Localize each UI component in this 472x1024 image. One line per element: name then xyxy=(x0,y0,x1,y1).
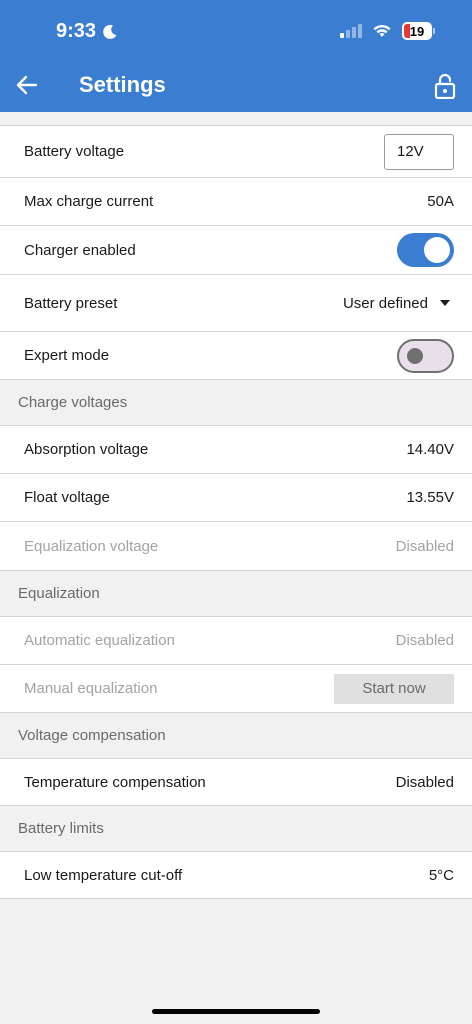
automatic-equalization-row: Automatic equalization Disabled xyxy=(0,617,472,665)
battery-voltage-label: Battery voltage xyxy=(24,143,125,160)
unlock-icon[interactable] xyxy=(434,73,456,99)
max-charge-current-row[interactable]: Max charge current 50A xyxy=(0,178,472,226)
battery-preset-dropdown[interactable]: User defined xyxy=(343,295,454,312)
manual-equalization-row: Manual equalization Start now xyxy=(0,665,472,713)
battery-voltage-field[interactable]: 12V xyxy=(384,133,454,170)
float-voltage-row[interactable]: Float voltage 13.55V xyxy=(0,474,472,522)
app-header: 9:33 19 Settings xyxy=(0,0,472,112)
float-voltage-value: 13.55V xyxy=(406,489,454,506)
expert-mode-row: Expert mode xyxy=(0,332,472,380)
settings-list: Battery voltage 12V Max charge current 5… xyxy=(0,112,472,899)
automatic-equalization-label: Automatic equalization xyxy=(24,632,175,649)
charger-enabled-label: Charger enabled xyxy=(24,241,136,259)
charge-voltages-title: Charge voltages xyxy=(18,394,128,411)
charger-enabled-toggle[interactable] xyxy=(397,233,454,267)
page-title: Settings xyxy=(79,72,166,97)
automatic-equalization-value: Disabled xyxy=(395,632,454,649)
equalization-header: Equalization xyxy=(0,571,472,617)
expert-mode-label: Expert mode xyxy=(24,347,110,364)
battery-limits-title: Battery limits xyxy=(18,820,104,837)
temperature-compensation-row[interactable]: Temperature compensation Disabled xyxy=(0,759,472,806)
charger-enabled-row: Charger enabled xyxy=(0,226,472,275)
battery-preset-value: User defined xyxy=(342,294,428,312)
temperature-compensation-value: Disabled xyxy=(395,773,454,791)
moon-icon xyxy=(103,24,117,39)
absorption-voltage-value: 14.40V xyxy=(406,441,454,458)
manual-equalization-label: Manual equalization xyxy=(24,680,158,697)
absorption-voltage-label: Absorption voltage xyxy=(24,441,149,458)
battery-preset-row[interactable]: Battery preset User defined xyxy=(0,275,472,332)
home-indicator[interactable] xyxy=(152,1009,320,1014)
chevron-down-icon xyxy=(440,300,450,306)
temperature-compensation-label: Temperature compensation xyxy=(24,773,206,791)
status-bar-icons: 19 xyxy=(340,22,435,40)
equalization-title: Equalization xyxy=(18,585,100,602)
float-voltage-label: Float voltage xyxy=(24,489,110,506)
voltage-compensation-title: Voltage compensation xyxy=(18,727,166,744)
absorption-voltage-row[interactable]: Absorption voltage 14.40V xyxy=(0,426,472,474)
battery-voltage-row[interactable]: Battery voltage 12V xyxy=(0,126,472,178)
battery-voltage-value: 12V xyxy=(397,143,424,160)
cellular-signal-icon xyxy=(340,24,362,38)
low-temp-cutoff-value: 5°C xyxy=(428,866,454,884)
expert-mode-toggle[interactable] xyxy=(397,338,454,373)
max-charge-current-label: Max charge current xyxy=(24,193,154,210)
equalization-voltage-label: Equalization voltage xyxy=(24,537,159,555)
charge-voltages-header: Charge voltages xyxy=(0,380,472,426)
voltage-compensation-header: Voltage compensation xyxy=(0,713,472,759)
max-charge-current-value: 50A xyxy=(427,193,454,210)
back-arrow-icon[interactable] xyxy=(14,72,40,98)
battery-limits-header: Battery limits xyxy=(0,806,472,852)
list-top-spacer xyxy=(0,112,472,126)
status-time-text: 9:33 xyxy=(56,20,97,42)
low-temp-cutoff-label: Low temperature cut-off xyxy=(24,866,183,884)
battery-preset-label: Battery preset xyxy=(24,294,118,312)
battery-level: 19 xyxy=(409,23,425,39)
low-temp-cutoff-row[interactable]: Low temperature cut-off 5°C xyxy=(0,852,472,899)
battery-icon: 19 xyxy=(402,22,435,40)
equalization-voltage-value: Disabled xyxy=(395,537,454,555)
equalization-voltage-row: Equalization voltage Disabled xyxy=(0,522,472,571)
status-bar-time: 9:33 xyxy=(56,20,118,43)
wifi-icon xyxy=(373,24,391,37)
start-now-button[interactable]: Start now xyxy=(334,673,454,704)
